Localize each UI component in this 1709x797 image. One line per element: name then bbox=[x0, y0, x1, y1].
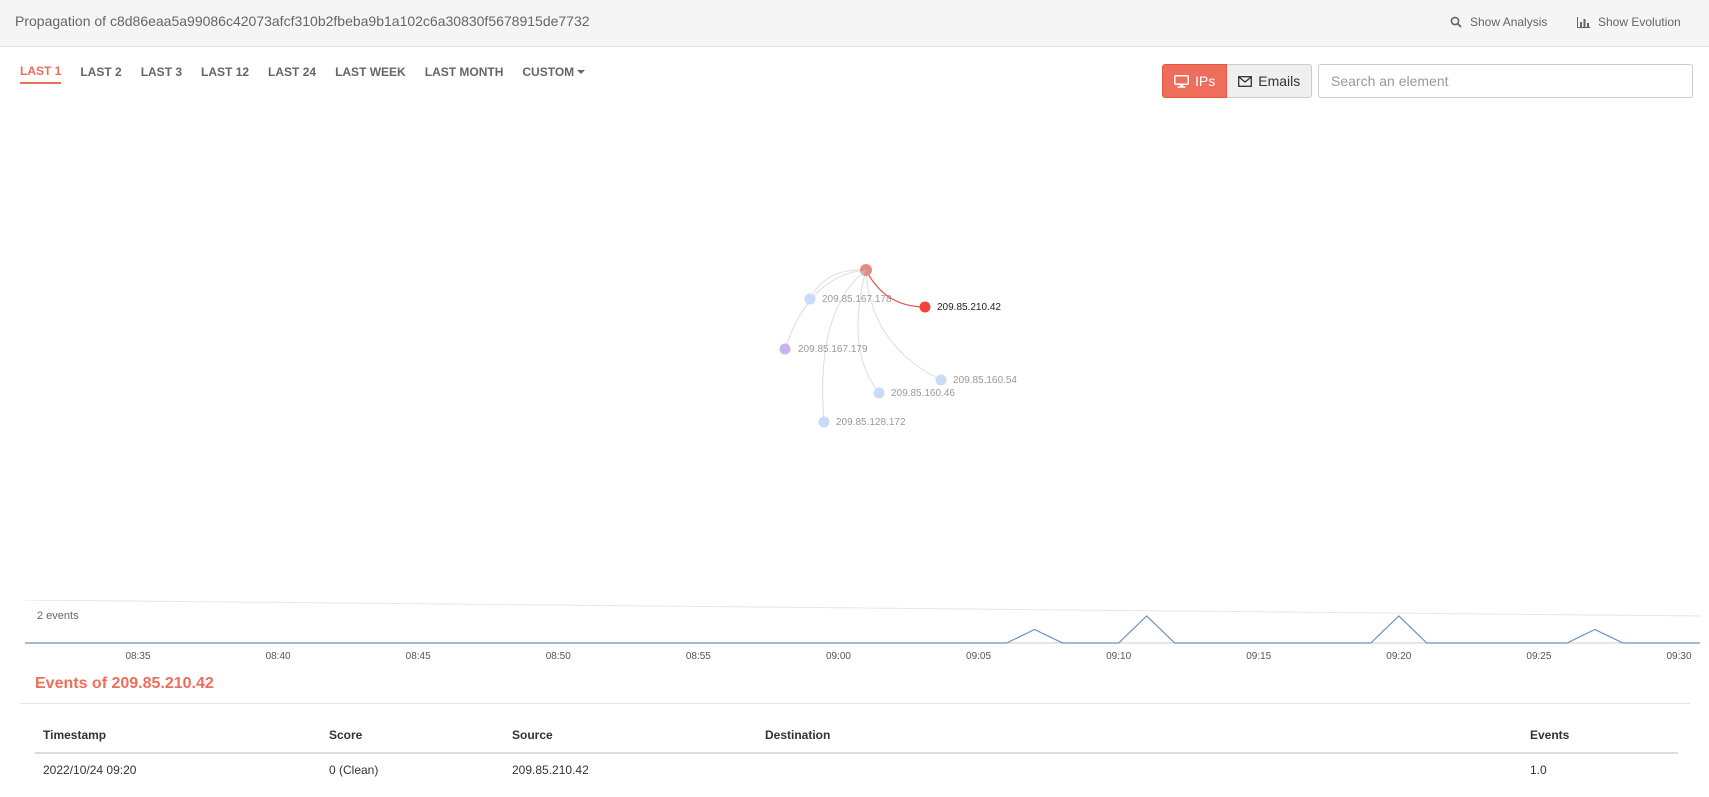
show-analysis-label: Show Analysis bbox=[1470, 15, 1548, 29]
bar-chart-icon bbox=[1577, 16, 1590, 28]
timeline-x-ticks: 08:35 08:40 08:45 08:50 08:55 09:00 09:05 09:10… bbox=[125, 651, 1691, 662]
tab-last-24[interactable]: LAST 24 bbox=[268, 64, 316, 84]
tab-label: LAST 3 bbox=[140, 65, 183, 79]
page-title: Propagation of c8d86eaa5a99086c42073afcf… bbox=[15, 13, 590, 29]
tab-label: LAST 12 bbox=[201, 65, 250, 79]
cell-score: 0 (Clean) bbox=[329, 763, 379, 777]
column-header-score[interactable]: Score bbox=[321, 718, 504, 754]
emails-button[interactable]: Emails bbox=[1227, 64, 1313, 98]
events-table: Timestamp Score Source Destination Event… bbox=[35, 718, 1678, 786]
show-evolution-button[interactable]: Show Evolution bbox=[1577, 15, 1681, 29]
show-evolution-label: Show Evolution bbox=[1598, 15, 1681, 29]
ips-label: IPs bbox=[1195, 73, 1216, 89]
column-header-destination[interactable]: Destination bbox=[757, 718, 1522, 754]
timeline-tick-label: 09:10 bbox=[1106, 651, 1131, 662]
timeline-tick-label: 08:40 bbox=[266, 651, 291, 662]
timeline-gridline bbox=[24, 600, 1701, 617]
propagation-graph: 209.85.167.178 209.85.210.42 209.85.167.… bbox=[779, 264, 1017, 428]
caret-down-icon bbox=[577, 70, 586, 74]
cell-timestamp: 2022/10/24 09:20 bbox=[43, 763, 137, 777]
timeline-tick-label: 09:00 bbox=[826, 651, 851, 662]
timeline-tick-label: 08:35 bbox=[125, 651, 150, 662]
graph-node[interactable] bbox=[818, 416, 830, 428]
graph-node[interactable] bbox=[779, 343, 791, 355]
tab-label: LAST MONTH bbox=[424, 65, 504, 79]
timeline-tick-label: 09:05 bbox=[966, 651, 991, 662]
graph-node[interactable] bbox=[873, 387, 885, 399]
column-header-timestamp[interactable]: Timestamp bbox=[35, 718, 321, 754]
graph-node-label: 209.85.160.46 bbox=[891, 388, 955, 399]
search-input[interactable] bbox=[1318, 64, 1693, 98]
time-range-tabs: LAST 1 LAST 2 LAST 3 LAST 12 LAST 24 LAS… bbox=[20, 64, 604, 84]
graph-node-label: 209.85.128.172 bbox=[836, 417, 906, 428]
show-analysis-button[interactable]: Show Analysis bbox=[1450, 15, 1547, 29]
graph-node-label: 209.85.210.42 bbox=[937, 302, 1001, 313]
tab-last-2[interactable]: LAST 2 bbox=[80, 64, 121, 84]
tab-label: LAST WEEK bbox=[335, 65, 406, 79]
tab-last-1[interactable]: LAST 1 bbox=[20, 64, 62, 84]
cell-events: 1.0 bbox=[1530, 763, 1547, 777]
tab-custom-dropdown[interactable]: CUSTOM bbox=[522, 64, 586, 84]
view-toggle: IPs Emails bbox=[1162, 64, 1313, 98]
tab-label: LAST 24 bbox=[268, 65, 317, 79]
graph-node[interactable] bbox=[935, 374, 947, 386]
events-section-title: Events of 209.85.210.42 bbox=[35, 675, 214, 692]
timeline-tick-label: 09:25 bbox=[1526, 651, 1551, 662]
column-header-events[interactable]: Events bbox=[1522, 718, 1678, 754]
timeline-y-label: 2 events bbox=[37, 610, 79, 622]
tab-last-3[interactable]: LAST 3 bbox=[141, 64, 182, 84]
envelope-icon bbox=[1238, 75, 1253, 87]
tab-last-week[interactable]: LAST WEEK bbox=[335, 64, 406, 84]
graph-node-label: 209.85.167.178 bbox=[822, 294, 892, 305]
events-timeline: 2 events 08:35 08:40 08:45 08:50 08:55 09:00 0… bbox=[24, 600, 1701, 662]
timeline-tick-label: 08:45 bbox=[406, 651, 431, 662]
header-bar: Propagation of c8d86eaa5a99086c42073afcf… bbox=[0, 0, 1709, 47]
timeline-tick-label: 08:50 bbox=[546, 651, 571, 662]
cell-source: 209.85.210.42 bbox=[512, 763, 589, 777]
emails-label: Emails bbox=[1258, 73, 1301, 89]
timeline-tick-label: 09:15 bbox=[1246, 651, 1271, 662]
cell-destination bbox=[757, 753, 1522, 786]
timeline-tick-label: 09:20 bbox=[1386, 651, 1411, 662]
graph-nodes: 209.85.167.178 209.85.210.42 209.85.167.… bbox=[779, 264, 1017, 428]
tab-last-12[interactable]: LAST 12 bbox=[201, 64, 249, 84]
timeline-tick-label: 09:30 bbox=[1666, 651, 1691, 662]
graph-node[interactable] bbox=[804, 293, 816, 305]
monitor-icon bbox=[1174, 74, 1189, 88]
timeline-series-line bbox=[25, 615, 1700, 644]
tab-label: LAST 1 bbox=[20, 64, 62, 78]
section-divider bbox=[20, 703, 1690, 704]
graph-node-label: 209.85.160.54 bbox=[953, 375, 1017, 386]
graph-node-selected[interactable] bbox=[919, 301, 931, 313]
timeline-tick-label: 08:55 bbox=[686, 651, 711, 662]
tab-label: LAST 2 bbox=[80, 65, 122, 79]
search-icon bbox=[1450, 16, 1462, 28]
column-header-source[interactable]: Source bbox=[504, 718, 757, 754]
ips-button[interactable]: IPs bbox=[1162, 64, 1228, 98]
graph-node-label: 209.85.167.179 bbox=[798, 344, 868, 355]
table-row[interactable]: 2022/10/24 09:20 0 (Clean) 209.85.210.42… bbox=[35, 753, 1678, 786]
table-header-row: Timestamp Score Source Destination Event… bbox=[35, 718, 1678, 754]
tab-last-month[interactable]: LAST MONTH bbox=[425, 64, 504, 84]
tab-label: CUSTOM bbox=[522, 65, 575, 79]
